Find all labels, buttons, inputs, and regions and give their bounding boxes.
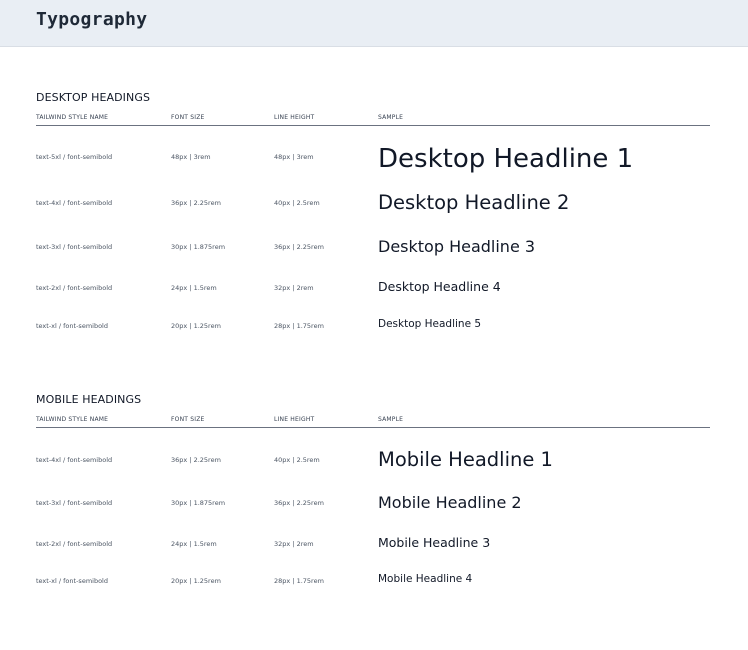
table-row: text-xl / font-semibold 20px | 1.25rem 2…: [36, 318, 710, 334]
line-height: 28px | 1.75rem: [274, 577, 324, 585]
table-row: text-3xl / font-semibold 30px | 1.875rem…: [36, 493, 710, 515]
line-height: 40px | 2.5rem: [274, 199, 320, 207]
style-name: text-4xl / font-semibold: [36, 456, 113, 464]
table-row: text-2xl / font-semibold 24px | 1.5rem 3…: [36, 535, 710, 553]
font-size: 36px | 2.25rem: [171, 456, 221, 464]
font-size: 36px | 2.25rem: [171, 199, 221, 207]
column-header-style-name: TAILWIND STYLE NAME: [36, 416, 109, 423]
desktop-headings-section: DESKTOP HEADINGS TAILWIND STYLE NAME FON…: [36, 91, 710, 351]
sample-text: Desktop Headline 2: [378, 191, 570, 214]
line-height: 36px | 2.25rem: [274, 243, 324, 251]
line-height: 48px | 3rem: [274, 153, 314, 161]
font-size: 30px | 1.875rem: [171, 499, 226, 507]
font-size: 30px | 1.875rem: [171, 243, 226, 251]
style-name: text-5xl / font-semibold: [36, 153, 113, 161]
font-size: 20px | 1.25rem: [171, 322, 221, 330]
table-row: text-4xl / font-semibold 36px | 2.25rem …: [36, 191, 710, 217]
section-title: MOBILE HEADINGS: [36, 393, 142, 406]
style-name: text-3xl / font-semibold: [36, 243, 113, 251]
sample-text: Desktop Headline 1: [378, 144, 634, 174]
font-size: 48px | 3rem: [171, 153, 211, 161]
style-name: text-3xl / font-semibold: [36, 499, 113, 507]
table-row: text-3xl / font-semibold 30px | 1.875rem…: [36, 237, 710, 259]
font-size: 20px | 1.25rem: [171, 577, 221, 585]
column-header-font-size: FONT SIZE: [171, 114, 205, 121]
line-height: 28px | 1.75rem: [274, 322, 324, 330]
column-header-line-height: LINE HEIGHT: [274, 416, 315, 423]
style-name: text-2xl / font-semibold: [36, 540, 113, 548]
column-header-sample: SAMPLE: [378, 114, 404, 121]
font-size: 24px | 1.5rem: [171, 540, 217, 548]
sample-text: Mobile Headline 2: [378, 493, 522, 512]
line-height: 40px | 2.5rem: [274, 456, 320, 464]
font-size: 24px | 1.5rem: [171, 284, 217, 292]
column-header-line-height: LINE HEIGHT: [274, 114, 315, 121]
page-title: Typography: [36, 9, 148, 30]
table-row: text-xl / font-semibold 20px | 1.25rem 2…: [36, 573, 710, 589]
sample-text: Mobile Headline 1: [378, 448, 553, 471]
table-row: text-4xl / font-semibold 36px | 2.25rem …: [36, 448, 710, 474]
header-divider: [36, 427, 710, 428]
mobile-headings-section: MOBILE HEADINGS TAILWIND STYLE NAME FONT…: [36, 393, 710, 603]
header-divider: [36, 125, 710, 126]
sample-text: Mobile Headline 4: [378, 573, 473, 585]
style-name: text-xl / font-semibold: [36, 577, 108, 585]
column-header-style-name: TAILWIND STYLE NAME: [36, 114, 109, 121]
style-name: text-xl / font-semibold: [36, 322, 108, 330]
column-header-font-size: FONT SIZE: [171, 416, 205, 423]
page-header: Typography: [0, 0, 748, 47]
table-row: text-5xl / font-semibold 48px | 3rem 48p…: [36, 144, 710, 178]
column-header-sample: SAMPLE: [378, 416, 404, 423]
sample-text: Desktop Headline 5: [378, 318, 482, 330]
line-height: 32px | 2rem: [274, 540, 314, 548]
line-height: 36px | 2.25rem: [274, 499, 324, 507]
sample-text: Desktop Headline 3: [378, 237, 536, 256]
table-row: text-2xl / font-semibold 24px | 1.5rem 3…: [36, 279, 710, 297]
line-height: 32px | 2rem: [274, 284, 314, 292]
style-name: text-4xl / font-semibold: [36, 199, 113, 207]
style-name: text-2xl / font-semibold: [36, 284, 113, 292]
sample-text: Desktop Headline 4: [378, 279, 501, 294]
section-title: DESKTOP HEADINGS: [36, 91, 151, 104]
sample-text: Mobile Headline 3: [378, 535, 491, 550]
